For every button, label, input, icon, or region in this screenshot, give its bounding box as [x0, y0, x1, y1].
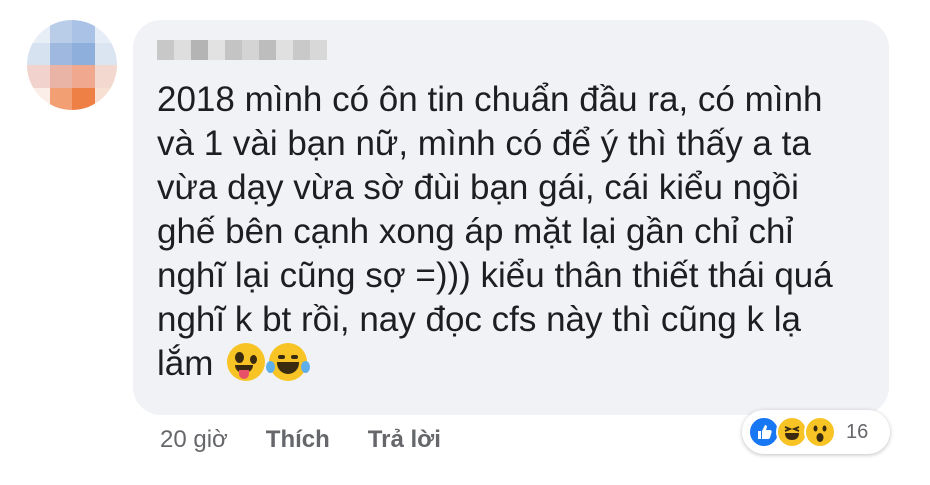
comment-text: 2018 mình có ôn tin chuẩn đầu ra, có mìn… — [157, 78, 877, 386]
comment-line: vừa dạy vừa sờ đùi bạn gái, cái kiểu ngồ… — [157, 168, 799, 207]
author-name-blurred[interactable] — [157, 40, 327, 60]
like-link[interactable]: Thích — [266, 426, 330, 454]
comment-line: nghĩ k bt rồi, nay đọc cfs này thì cũng … — [157, 300, 801, 339]
comment-line: nghĩ lại cũng sợ =))) kiểu thân thiết th… — [157, 256, 833, 295]
wow-reaction-icon — [804, 416, 836, 448]
comment-actions: 20 giờ Thích Trả lời — [160, 426, 441, 454]
zany-face-emoji — [227, 343, 266, 381]
comment-line: 2018 mình có ôn tin chuẩn đầu ra, có mìn… — [157, 80, 823, 119]
comment-line: và 1 vài bạn nữ, mình có để ý thì thấy a… — [157, 124, 811, 163]
comment-line: ghế bên cạnh xong áp mặt lại gần chỉ chỉ — [157, 212, 794, 251]
comment-timestamp[interactable]: 20 giờ — [160, 426, 228, 454]
comment-line: lắm — [157, 344, 214, 383]
laughing-tears-emoji — [266, 343, 311, 381]
comment-bubble: 2018 mình có ôn tin chuẩn đầu ra, có mìn… — [133, 20, 889, 415]
reaction-count: 16 — [846, 420, 869, 443]
avatar[interactable] — [27, 20, 117, 110]
reply-link[interactable]: Trả lời — [368, 426, 441, 454]
reactions-summary[interactable]: 16 — [742, 410, 890, 454]
